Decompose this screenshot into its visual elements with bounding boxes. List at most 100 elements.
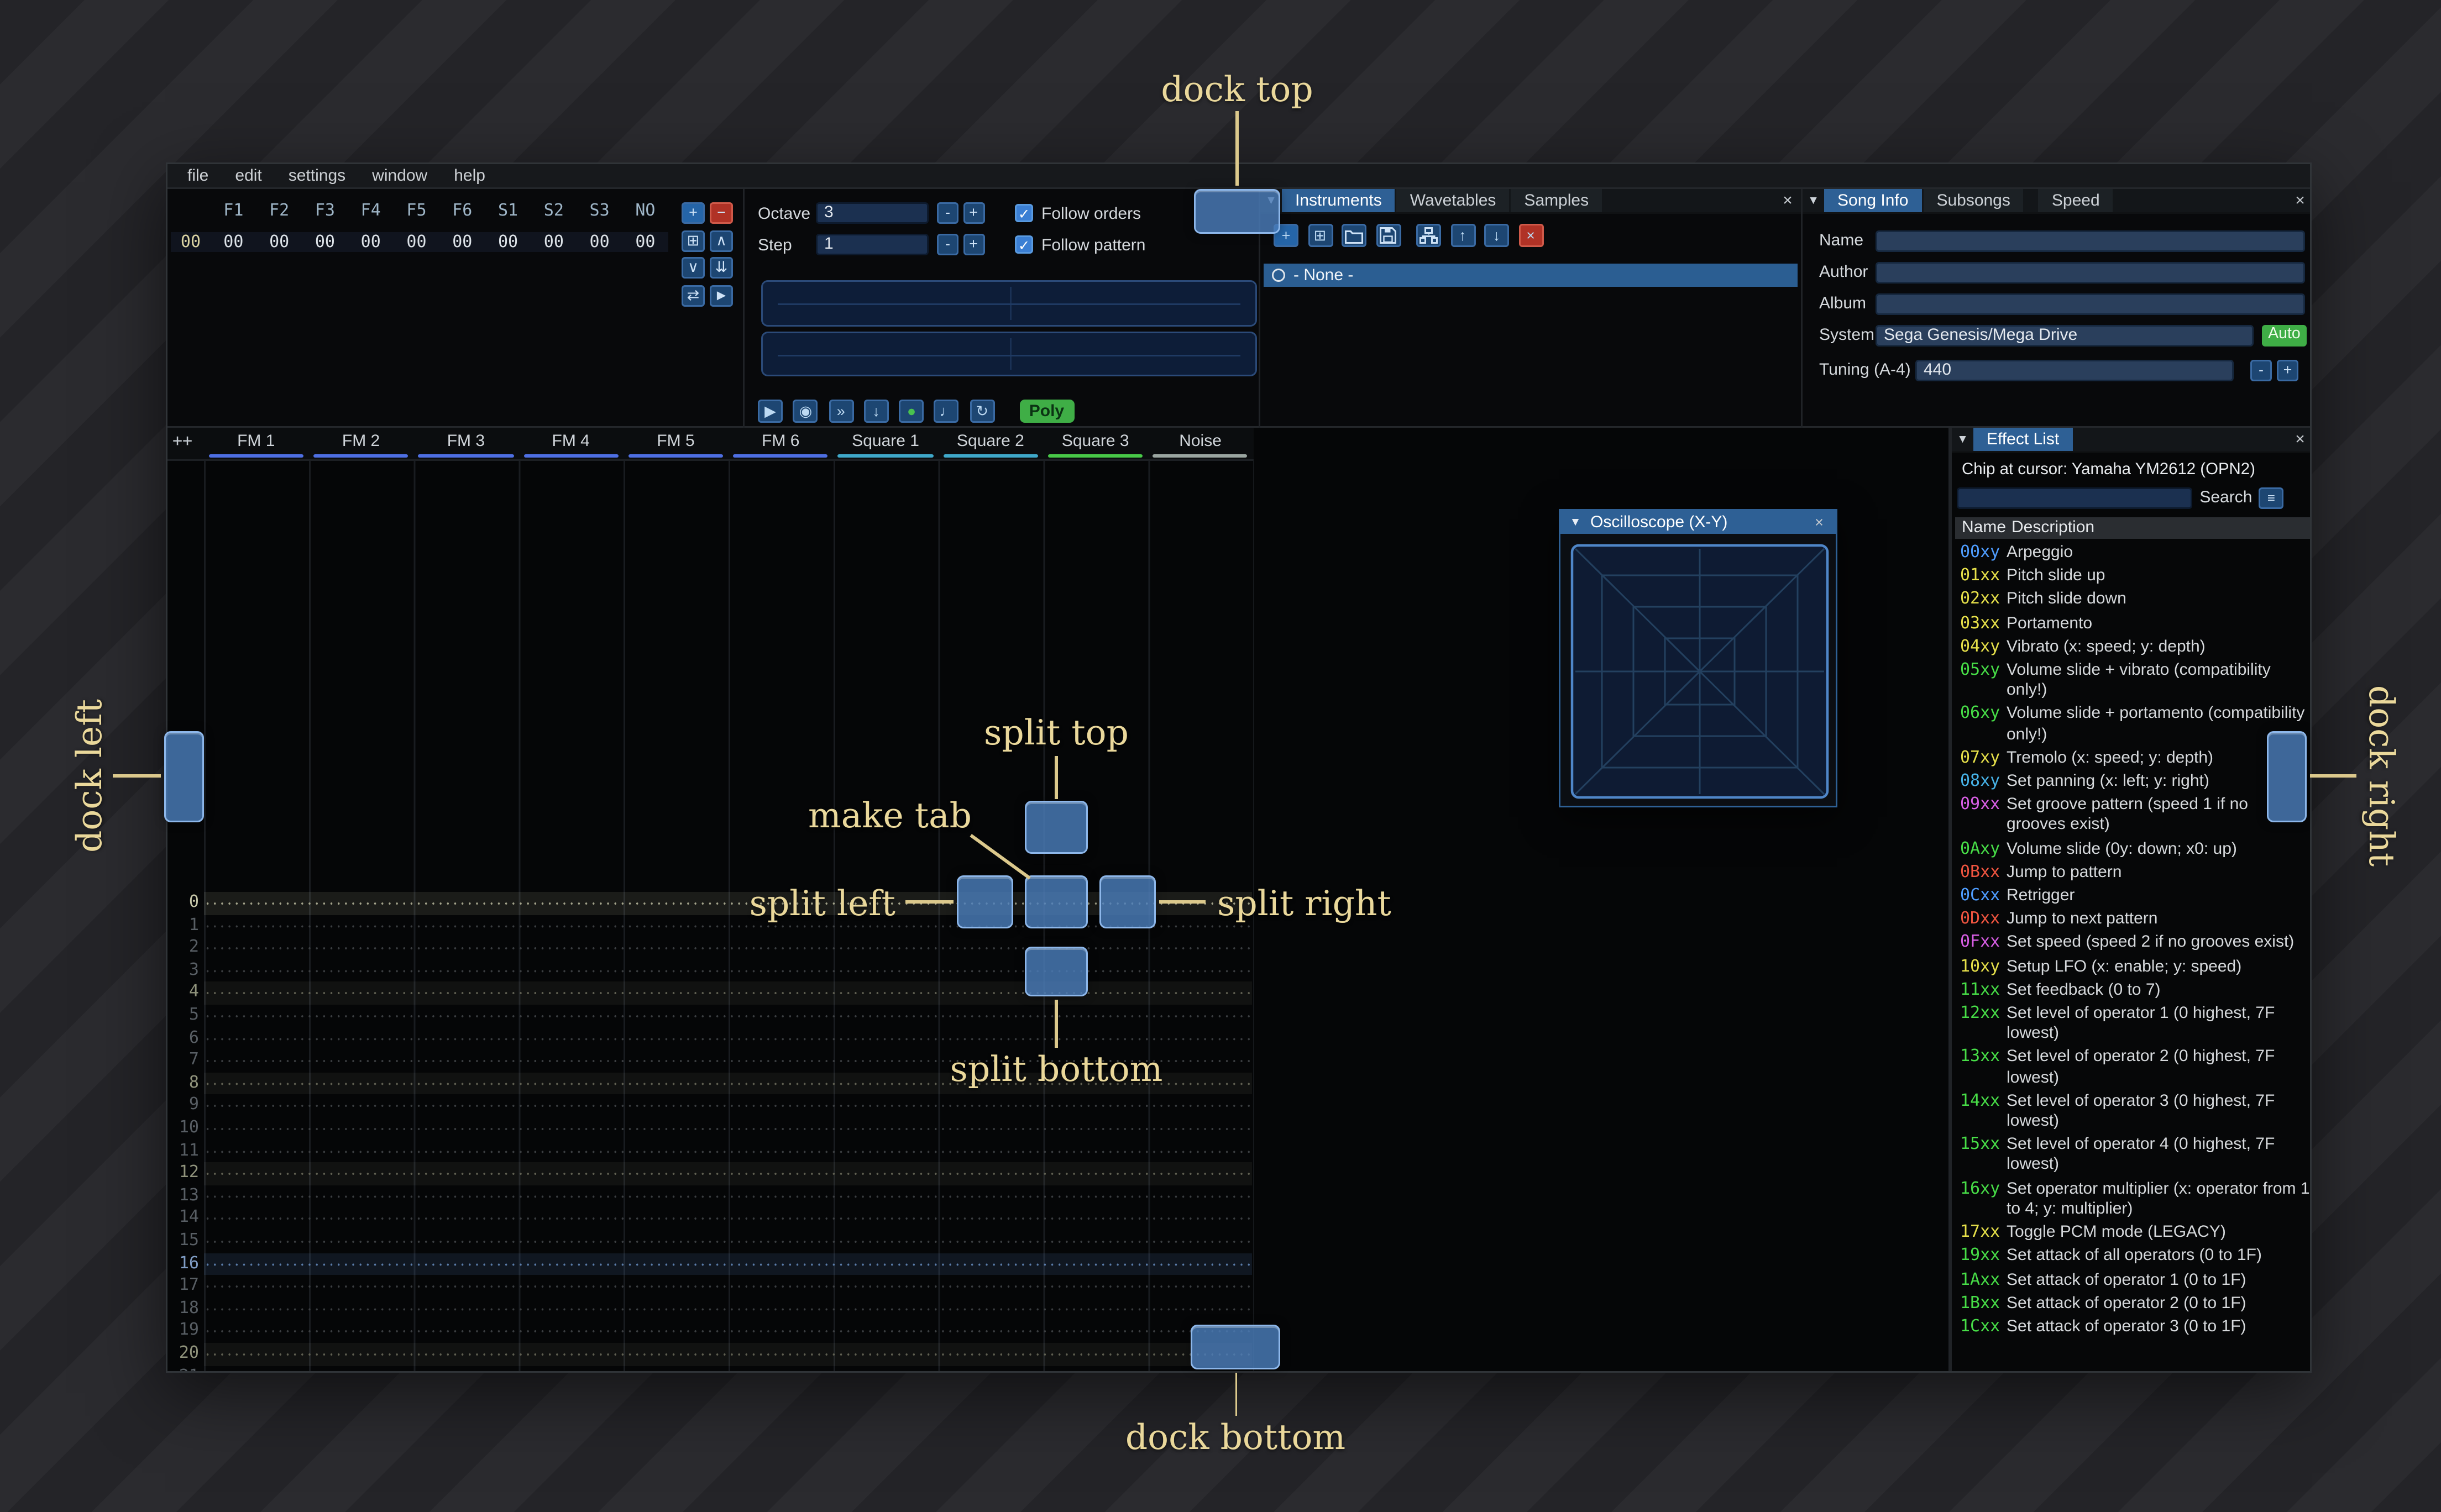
channel-header-fm-3[interactable]: FM 3 [413, 428, 518, 461]
effect-row[interactable]: 09xx Set groove pattern (speed 1 if no gr… [1955, 795, 2310, 838]
dock-bottom-target[interactable] [1191, 1325, 1280, 1369]
follow-pattern-checkbox[interactable]: ✓ [1015, 235, 1033, 254]
instrument-list-item[interactable]: - None - [1264, 264, 1798, 287]
move-instrument-down-button[interactable]: ↓ [1484, 224, 1509, 247]
play-button[interactable]: ▶ [758, 400, 783, 423]
close-instruments-button[interactable]: × [1774, 189, 1801, 212]
effect-row[interactable]: 1Bxx Set attack of operator 2 (0 to 1F) [1955, 1293, 2310, 1316]
effect-row[interactable]: 05xy Volume slide + vibrato (compatibilit… [1955, 660, 2310, 704]
effect-row[interactable]: 19xx Set attack of all operators (0 to 1F… [1955, 1246, 2310, 1269]
channel-header-fm-1[interactable]: FM 1 [203, 428, 308, 461]
effect-row[interactable]: 08xy Set panning (x: left; y: right) [1955, 771, 2310, 795]
duplicate-order-button[interactable]: ⊞ [682, 229, 705, 251]
delete-instrument-button[interactable]: × [1518, 224, 1543, 247]
orders-cell-f4[interactable]: 00 [348, 233, 394, 251]
effect-row[interactable]: 1Axx Set attack of operator 1 (0 to 1F) [1955, 1269, 2310, 1293]
menu-window[interactable]: window [359, 167, 441, 185]
octave-input[interactable]: 3 [816, 202, 929, 224]
orders-row-index[interactable]: 00 [171, 233, 211, 251]
system-auto-button[interactable]: Auto [2262, 325, 2307, 347]
effect-row[interactable]: 02xx Pitch slide down [1955, 589, 2310, 613]
effect-row[interactable]: 07xy Tremolo (x: speed; y: depth) [1955, 747, 2310, 771]
make-tab-target[interactable] [1025, 875, 1088, 928]
split-left-target[interactable] [957, 875, 1013, 928]
pattern-row[interactable] [203, 1230, 1253, 1253]
order-change-all-button[interactable]: ⇄ [682, 284, 705, 306]
octave-increase-button[interactable]: + [962, 202, 984, 224]
dock-right-target[interactable] [2267, 731, 2307, 822]
effect-row[interactable]: 14xx Set level of operator 3 (0 highest, … [1955, 1091, 2310, 1135]
octave-decrease-button[interactable]: - [937, 202, 958, 224]
effect-row[interactable]: 0Axy Volume slide (0y: down; x0: up) [1955, 838, 2310, 862]
step-decrease-button[interactable]: - [937, 234, 958, 255]
remove-order-button[interactable]: − [710, 202, 733, 224]
order-edit-mode-button[interactable]: ► [710, 284, 733, 306]
metronome-button[interactable]: ♩ [934, 400, 960, 423]
repeat-pattern-button[interactable]: ↻ [970, 400, 995, 423]
effect-list-menu-button[interactable]: ≡ [2259, 486, 2283, 508]
step-row-button[interactable]: ↓ [863, 400, 889, 423]
effect-row[interactable]: 12xx Set level of operator 1 (0 highest, … [1955, 1003, 2310, 1047]
add-order-button[interactable]: + [682, 202, 705, 224]
pattern-row[interactable] [203, 937, 1253, 960]
pattern-row[interactable] [203, 1185, 1253, 1208]
add-channel-button[interactable]: ++ [172, 433, 192, 451]
orders-cell-s1[interactable]: 00 [485, 233, 531, 251]
pattern-row[interactable] [203, 1027, 1253, 1050]
effect-row[interactable]: 04xy Vibrato (x: speed; y: depth) [1955, 636, 2310, 660]
pattern-row[interactable] [203, 1140, 1253, 1163]
effect-row[interactable]: 0Fxx Set speed (speed 2 if no grooves exi… [1955, 932, 2310, 956]
orders-cell-s2[interactable]: 00 [531, 233, 577, 251]
orders-cell-no[interactable]: 00 [622, 233, 668, 251]
dock-top-target[interactable] [1194, 189, 1280, 234]
song-info-tab-subsongs[interactable]: Subsongs [1923, 189, 2024, 212]
pattern-row[interactable] [203, 1005, 1253, 1027]
split-bottom-target[interactable] [1025, 947, 1088, 996]
effect-row[interactable]: 13xx Set level of operator 2 (0 highest, … [1955, 1047, 2310, 1090]
pattern-row[interactable] [203, 982, 1253, 1005]
instruments-tab-wavetables[interactable]: Wavetables [1396, 189, 1510, 212]
split-right-target[interactable] [1099, 875, 1156, 928]
orders-cell-f3[interactable]: 00 [302, 233, 348, 251]
deep-clone-order-button[interactable]: ⇊ [710, 257, 733, 279]
channel-header-square-2[interactable]: Square 2 [938, 428, 1043, 461]
move-instrument-up-button[interactable]: ↑ [1450, 224, 1475, 247]
poly-toggle-button[interactable]: Poly [1019, 400, 1075, 423]
move-order-up-button[interactable]: ∧ [710, 229, 733, 251]
menu-edit[interactable]: edit [222, 167, 275, 185]
tab-effect-list[interactable]: Effect List [1973, 428, 2073, 451]
effect-row[interactable]: 0Cxx Retrigger [1955, 885, 2310, 909]
song-system-input[interactable]: Sega Genesis/Mega Drive [1876, 325, 2254, 347]
effect-row[interactable]: 11xx Set feedback (0 to 7) [1955, 980, 2310, 1004]
effect-row[interactable]: 10xy Setup LFO (x: enable; y: speed) [1955, 956, 2310, 980]
follow-orders-checkbox[interactable]: ✓ [1015, 204, 1033, 222]
orders-cell-f1[interactable]: 00 [211, 233, 256, 251]
channel-header-noise[interactable]: Noise [1148, 428, 1253, 461]
orders-cell-f5[interactable]: 00 [394, 233, 439, 251]
effect-row[interactable]: 16xy Set operator multiplier (x: operator… [1955, 1178, 2310, 1222]
effect-row[interactable]: 0Bxx Jump to pattern [1955, 862, 2310, 886]
dock-left-target[interactable] [164, 731, 204, 822]
pattern-row[interactable] [203, 1275, 1253, 1298]
song-name-input[interactable] [1876, 230, 2305, 252]
song-author-input[interactable] [1876, 262, 2305, 284]
channel-header-square-1[interactable]: Square 1 [833, 428, 938, 461]
collapse-arrow-icon[interactable]: ▼ [1952, 428, 1973, 451]
effect-search-input[interactable] [1957, 486, 2193, 508]
song-album-input[interactable] [1876, 293, 2305, 315]
pattern-row[interactable] [203, 914, 1253, 937]
collapse-arrow-icon[interactable]: ▼ [1803, 189, 1824, 212]
pattern-row[interactable] [203, 892, 1253, 915]
split-top-target[interactable] [1025, 801, 1088, 854]
edit-toggle-button[interactable]: ● [899, 400, 924, 423]
orders-cell-s3[interactable]: 00 [577, 233, 622, 251]
pattern-row[interactable] [203, 1298, 1253, 1321]
duplicate-instrument-button[interactable]: ⊞ [1307, 224, 1333, 247]
pattern-row[interactable] [203, 1252, 1253, 1275]
channel-header-fm-5[interactable]: FM 5 [624, 428, 729, 461]
pattern-row[interactable] [203, 959, 1253, 983]
tuning-decrease-button[interactable]: - [2250, 360, 2272, 381]
collapse-arrow-icon[interactable]: ▼ [1567, 517, 1584, 528]
menu-settings[interactable]: settings [275, 167, 359, 185]
menu-help[interactable]: help [441, 167, 499, 185]
